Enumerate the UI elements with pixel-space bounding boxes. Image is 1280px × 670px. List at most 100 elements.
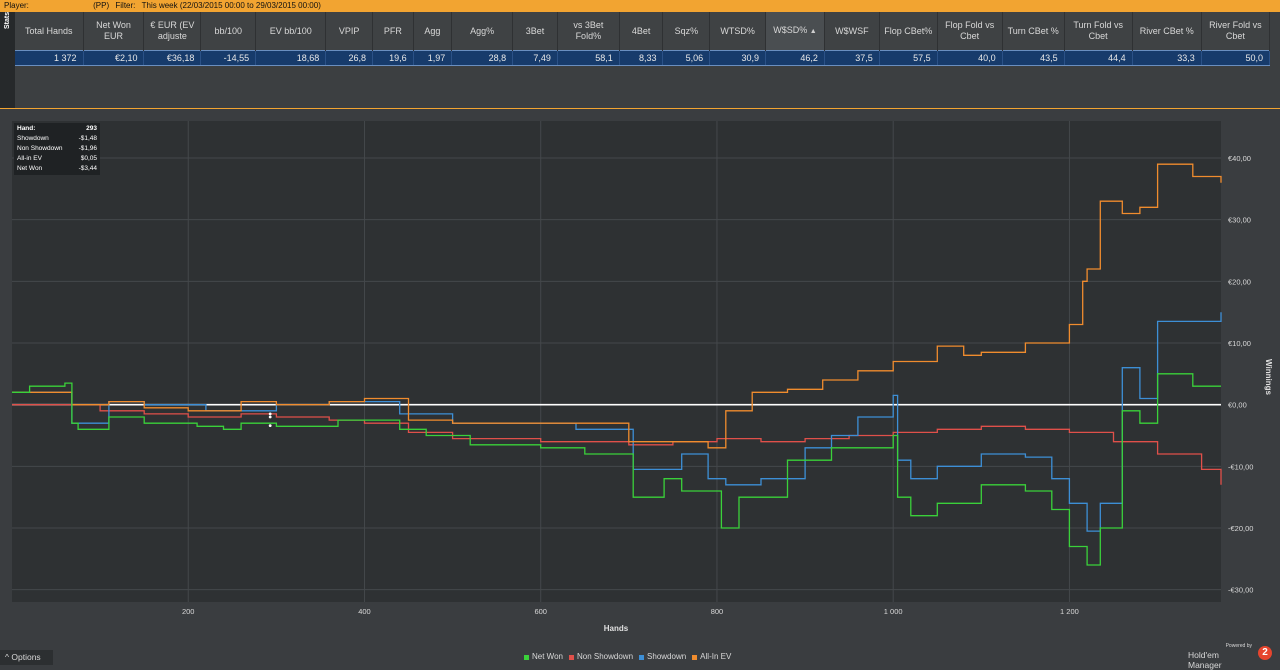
tooltip-value: -$3,44 xyxy=(78,165,97,172)
triangle-up-icon: ▲ xyxy=(809,28,817,35)
y-tick-label: €20,00 xyxy=(1228,277,1251,286)
col-wwsf[interactable]: W$WSF xyxy=(824,12,880,51)
y-tick-label: -€20,00 xyxy=(1228,524,1253,533)
showdown-marker xyxy=(268,412,272,416)
x-tick-label: 1 000 xyxy=(884,607,903,616)
col-4bet[interactable]: 4Bet xyxy=(619,12,664,51)
y-tick-label: €10,00 xyxy=(1228,339,1251,348)
y-tick-label: -€30,00 xyxy=(1228,586,1253,595)
col-agg-pct[interactable]: Agg% xyxy=(451,12,514,51)
cell-3bet: 7,49 xyxy=(512,50,558,66)
stats-side-tab[interactable]: Stats xyxy=(0,12,15,108)
col-wsd-sorted[interactable]: W$SD% ▲ xyxy=(765,12,825,51)
col-river-cbet[interactable]: River CBet % xyxy=(1132,12,1202,51)
non-showdown-marker xyxy=(268,415,272,419)
stats-table: Total Hands Net Won EUR € EUR (EV adjust… xyxy=(15,12,1271,66)
legend-item-showdown[interactable]: Showdown xyxy=(639,651,686,663)
cell-turn-fold-vs-cbet: 44,4 xyxy=(1064,50,1133,66)
col-3bet[interactable]: 3Bet xyxy=(512,12,558,51)
col-flop-cbet[interactable]: Flop CBet% xyxy=(879,12,938,51)
cell-river-fold-vs-cbet: 50,0 xyxy=(1201,50,1271,66)
legend-label: Net Won xyxy=(532,652,563,661)
col-vpip[interactable]: VPIP xyxy=(325,12,373,51)
legend-item-allin-ev[interactable]: All-In EV xyxy=(692,651,731,663)
stats-panel: Stats Total Hands Net Won EUR € EUR (EV … xyxy=(0,12,1280,109)
tooltip-row-hand: Hand: 293 xyxy=(17,124,97,134)
winnings-chart[interactable]: €40,00 €30,00 €20,00 €10,00 €0,00 -€10,00 -€20… xyxy=(0,109,1280,665)
tooltip-value: -$1,96 xyxy=(78,145,97,152)
x-tick-label: 1 200 xyxy=(1060,607,1079,616)
winnings-chart-area[interactable]: €40,00 €30,00 €20,00 €10,00 €0,00 -€10,00 -€20… xyxy=(0,109,1280,665)
cell-river-cbet: 33,3 xyxy=(1132,50,1202,66)
x-tick-label: 800 xyxy=(711,607,724,616)
col-wtsd[interactable]: WTSD% xyxy=(709,12,767,51)
col-agg[interactable]: Agg xyxy=(413,12,453,51)
y-tick-label: €40,00 xyxy=(1228,154,1251,163)
x-tick-label: 400 xyxy=(358,607,371,616)
cell-bb100: -14,55 xyxy=(200,50,257,66)
legend-swatch xyxy=(524,654,529,660)
x-axis-label: Hands xyxy=(604,624,629,633)
col-bb100[interactable]: bb/100 xyxy=(200,12,257,51)
tooltip-row-allin-ev: All-in EV $0,05 xyxy=(17,154,97,164)
legend-item-net-won[interactable]: Net Won xyxy=(524,651,563,663)
tooltip-row-showdown: Showdown -$1,48 xyxy=(17,134,97,144)
tooltip-value: -$1,48 xyxy=(78,135,97,142)
legend-label: Non Showdown xyxy=(576,652,634,661)
tooltip-value: 293 xyxy=(86,125,97,132)
cell-turn-cbet: 43,5 xyxy=(1002,50,1065,66)
cell-net-won: €2,10 xyxy=(83,50,145,66)
col-ev-bb100[interactable]: EV bb/100 xyxy=(255,12,327,51)
legend-label: Showdown xyxy=(647,652,687,661)
cell-wsd: 46,2 xyxy=(765,50,825,66)
cell-ev-adjusted: €36,18 xyxy=(143,50,202,66)
chevron-up-icon: ^ xyxy=(5,652,9,662)
tooltip-label: Hand: xyxy=(17,125,36,132)
y-tick-label: €30,00 xyxy=(1228,216,1251,225)
powered-by-text: Powered by xyxy=(1225,643,1252,649)
col-wsd-label: W$SD% xyxy=(773,25,808,35)
net-won-marker xyxy=(268,424,272,428)
col-flop-fold-vs-cbet[interactable]: Flop Fold vs Cbet xyxy=(937,12,1003,51)
tooltip-label: Non Showdown xyxy=(17,145,63,152)
hand-tooltip: Hand: 293 Showdown -$1,48 Non Showdown -$1,… xyxy=(14,123,100,175)
chart-legend: Net Won Non Showdown Showdown All-In EV xyxy=(524,651,731,663)
x-tick-label: 200 xyxy=(182,607,195,616)
legend-swatch xyxy=(639,654,645,660)
x-axis-ticks: 200 400 600 800 1 000 1 200 xyxy=(182,607,1079,616)
brand-name: Hold'em Manager xyxy=(1188,650,1222,670)
tooltip-label: Showdown xyxy=(17,135,49,142)
legend-item-non-showdown[interactable]: Non Showdown xyxy=(568,651,634,663)
cell-4bet: 8,33 xyxy=(619,50,664,66)
col-sqz[interactable]: Sqz% xyxy=(662,12,711,51)
col-net-won[interactable]: Net Won EUR xyxy=(83,12,145,51)
cell-vs-3bet-fold: 58,1 xyxy=(557,50,620,66)
cell-pfr: 19,6 xyxy=(372,50,414,66)
col-river-fold-vs-cbet[interactable]: River Fold vs Cbet xyxy=(1201,12,1271,51)
cell-flop-cbet: 57,5 xyxy=(879,50,938,66)
col-ev-adjusted[interactable]: € EUR (EV adjuste xyxy=(143,12,202,51)
tooltip-label: All-in EV xyxy=(17,155,42,162)
holdem-manager-logo: Powered by Hold'em Manager 2 xyxy=(1188,643,1276,670)
cell-agg-pct: 28,8 xyxy=(451,50,514,66)
cell-flop-fold-vs-cbet: 40,0 xyxy=(937,50,1003,66)
legend-swatch xyxy=(692,654,698,660)
col-turn-cbet[interactable]: Turn CBet % xyxy=(1002,12,1065,51)
col-turn-fold-vs-cbet[interactable]: Turn Fold vs Cbet xyxy=(1064,12,1133,51)
filter-label: Filter: xyxy=(115,1,136,10)
tooltip-row-net-won: Net Won -$3,44 xyxy=(17,164,97,174)
col-total-hands[interactable]: Total Hands xyxy=(15,12,84,51)
tooltip-row-non-showdown: Non Showdown -$1,96 xyxy=(17,144,97,154)
player-value[interactable]: (PP) xyxy=(93,0,109,12)
options-button[interactable]: ^ Options xyxy=(0,650,53,665)
col-pfr[interactable]: PFR xyxy=(372,12,414,51)
stats-data-row[interactable]: 1 372 €2,10 €36,18 -14,55 18,68 26,8 19,… xyxy=(15,50,1271,66)
options-label: Options xyxy=(11,652,41,662)
cell-sqz: 5,06 xyxy=(662,50,711,66)
cell-wtsd: 30,9 xyxy=(709,50,767,66)
plot-background xyxy=(12,121,1221,602)
filter-value[interactable]: This week (22/03/2015 00:00 to 29/03/201… xyxy=(142,0,321,12)
player-label: Player: xyxy=(4,1,29,10)
y-axis-label: Winnings xyxy=(1264,359,1273,395)
col-vs-3bet-fold[interactable]: vs 3Bet Fold% xyxy=(557,12,620,51)
